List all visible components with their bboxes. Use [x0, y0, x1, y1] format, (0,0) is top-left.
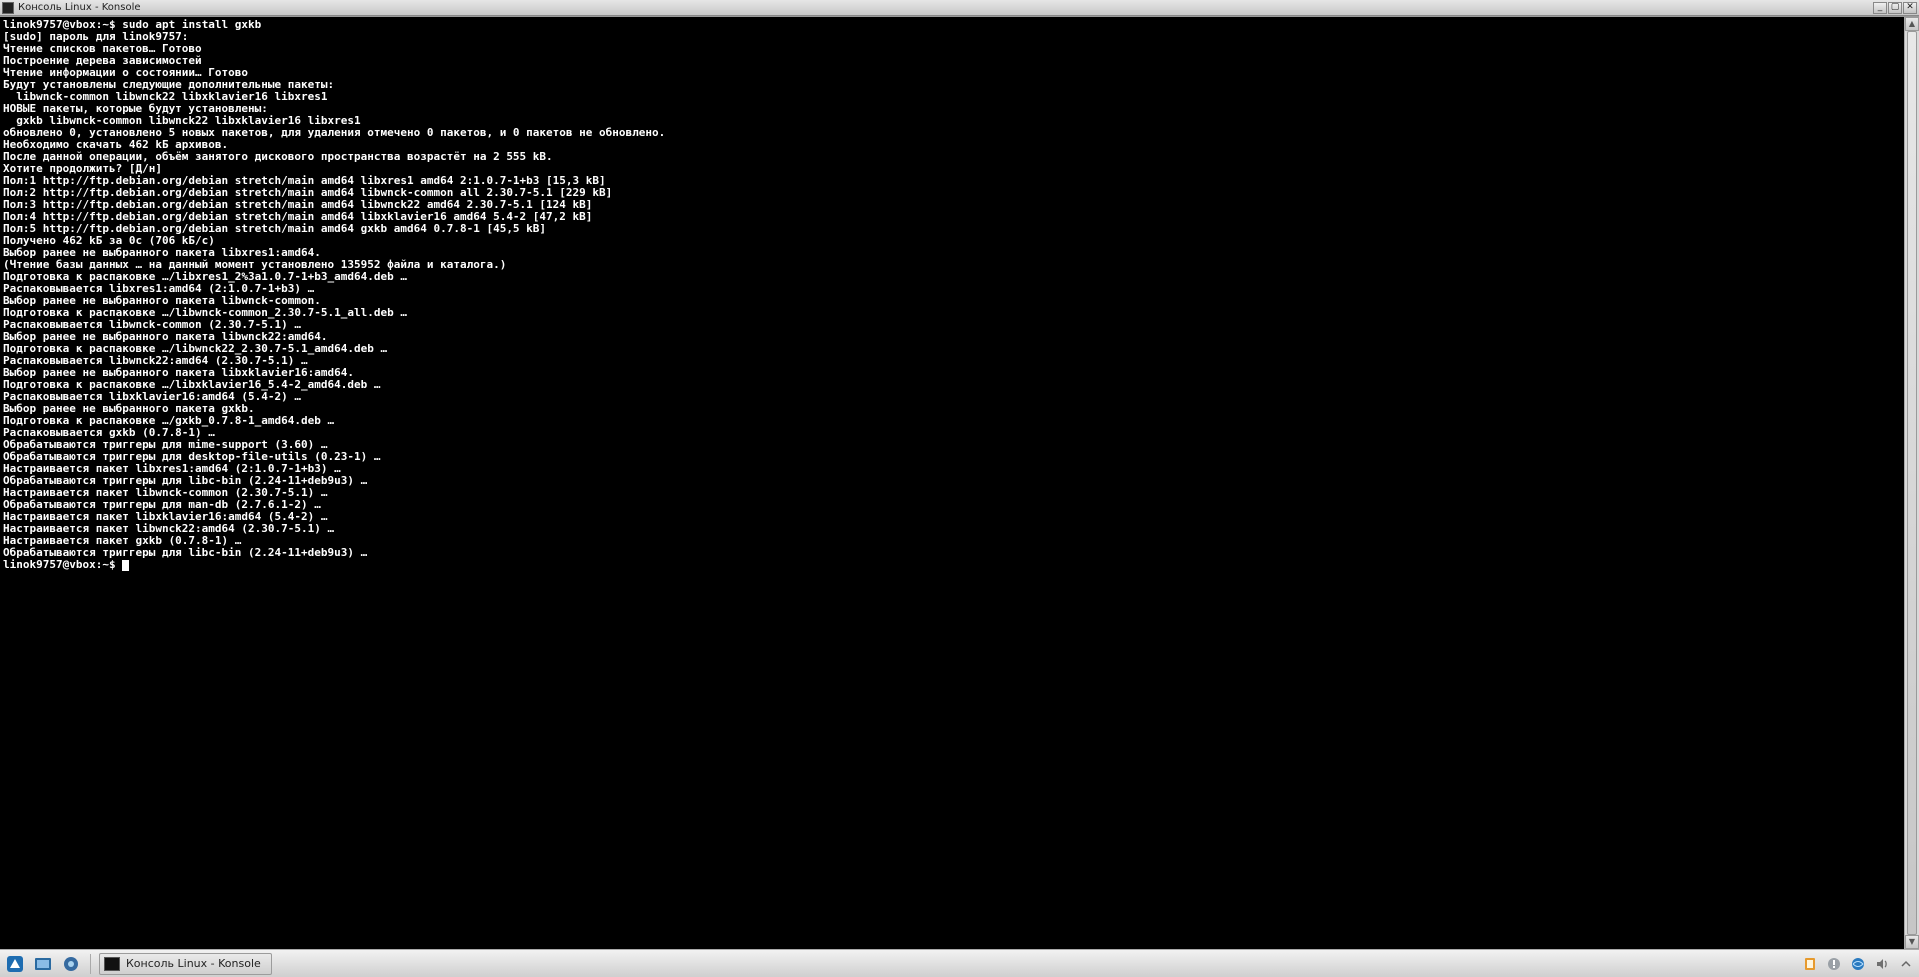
vertical-scrollbar[interactable]: ▲ ▼ — [1904, 17, 1919, 949]
terminal-output[interactable]: linok9757@vbox:~$ sudo apt install gxkb[… — [0, 17, 1904, 949]
taskbar: Консоль Linux - Konsole — [0, 949, 1919, 977]
tray-notification-icon[interactable] — [1825, 955, 1843, 973]
tray-volume-icon[interactable] — [1873, 955, 1891, 973]
task-button-konsole[interactable]: Консоль Linux - Konsole — [99, 953, 272, 975]
scroll-down-arrow[interactable]: ▼ — [1905, 935, 1919, 949]
system-tray — [1801, 955, 1915, 973]
tray-expand-icon[interactable] — [1897, 955, 1915, 973]
window-title: Консоль Linux - Konsole — [18, 2, 1869, 13]
show-desktop-icon[interactable] — [32, 953, 54, 975]
scrollbar-thumb[interactable] — [1907, 31, 1917, 935]
start-menu-icon[interactable] — [4, 953, 26, 975]
maximize-button[interactable]: ▢ — [1888, 2, 1902, 14]
window-titlebar: Консоль Linux - Konsole _ ▢ ✕ — [0, 0, 1919, 16]
window-controls: _ ▢ ✕ — [1873, 2, 1917, 14]
quick-launch-icon[interactable] — [60, 953, 82, 975]
task-button-label: Консоль Linux - Konsole — [126, 957, 261, 970]
terminal-icon — [104, 957, 120, 971]
taskbar-separator — [90, 954, 91, 974]
terminal-container: linok9757@vbox:~$ sudo apt install gxkb[… — [0, 16, 1919, 949]
close-button[interactable]: ✕ — [1903, 2, 1917, 14]
app-icon — [2, 2, 14, 14]
tray-clipboard-icon[interactable] — [1801, 955, 1819, 973]
tray-network-icon[interactable] — [1849, 955, 1867, 973]
minimize-button[interactable]: _ — [1873, 2, 1887, 14]
scroll-up-arrow[interactable]: ▲ — [1905, 17, 1919, 31]
